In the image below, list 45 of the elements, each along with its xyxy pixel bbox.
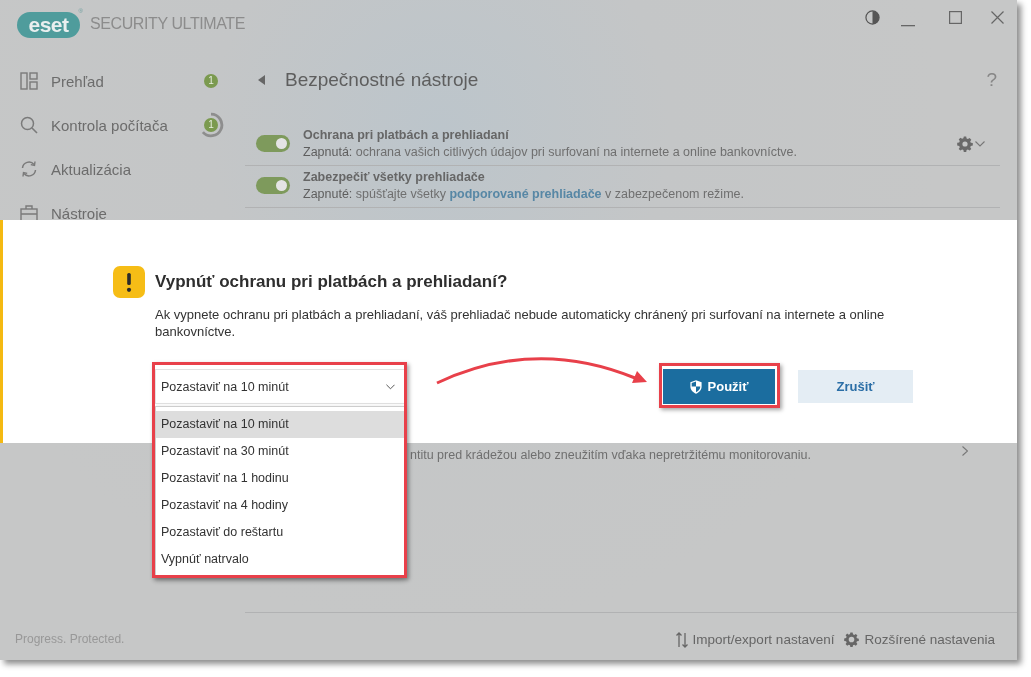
- feature-title: Ochrana pri platbách a prehliadaní: [303, 127, 510, 144]
- sidebar-item[interactable]: Aktualizácia: [0, 147, 245, 191]
- feature-description: Zapnutá: ochrana vašich citlivých údajov pri surfovaní na internete a online bankovníctve.: [303, 144, 799, 161]
- dropdown-option[interactable]: Pozastaviť na 1 hodinu: [156, 465, 404, 492]
- close-icon[interactable]: [991, 11, 1004, 24]
- feature-description: ntitu pred krádežou alebo zneužitím vďaka nepretržitému monitorovaniu.: [410, 446, 812, 464]
- search-icon: [20, 116, 38, 134]
- dropdown-option[interactable]: Pozastaviť na 10 minút: [156, 411, 404, 438]
- footer-link[interactable]: Rozšírené nastavenia: [844, 632, 995, 647]
- dialog-title: Vypnúť ochranu pri platbách a prehliadaní?: [155, 272, 508, 292]
- maximize-icon[interactable]: [949, 11, 962, 24]
- feature-description: Zapnuté: spúšťajte všetky podporované prehliadače v zabezpečenom režime.: [303, 186, 745, 203]
- back-icon[interactable]: [258, 75, 265, 85]
- product-name: SECURITY ULTIMATE: [90, 14, 245, 34]
- page-title: Bezpečnostné nástroje: [285, 69, 480, 91]
- warning-icon: [113, 266, 145, 298]
- apply-button[interactable]: Použiť: [663, 369, 775, 404]
- chevron-right-icon[interactable]: [962, 446, 968, 456]
- toolbox-icon: [20, 204, 38, 222]
- settings-icon[interactable]: [957, 135, 973, 152]
- sidebar-item[interactable]: Prehľad 1: [0, 59, 245, 103]
- gear-icon: [844, 632, 860, 647]
- caret-icon[interactable]: [975, 140, 985, 147]
- up-down-arrows-icon: [675, 631, 688, 648]
- dialog-message: Ak vypnete ochranu pri platbách a prehliadaní, váš prehliadač nebude automaticky chránený pri surfovaní na internete a online bankovníctve.: [155, 306, 886, 340]
- dropdown[interactable]: Pozastaviť na 10 minút: [155, 369, 405, 404]
- dropdown-option[interactable]: Pozastaviť do reštartu: [156, 519, 404, 546]
- contrast-icon[interactable]: [865, 10, 880, 25]
- feature-title: Zabezpečiť všetky prehliadače: [303, 169, 486, 186]
- minimize-icon[interactable]: [901, 25, 915, 27]
- dashboard-icon: [20, 72, 38, 90]
- cancel-button[interactable]: Zrušiť: [798, 370, 913, 403]
- notification-badge: 1: [204, 118, 218, 132]
- sidebar-item[interactable]: Kontrola počítača 1: [0, 103, 245, 147]
- refresh-icon: [20, 160, 38, 178]
- caret-icon: [386, 383, 395, 390]
- dropdown-option[interactable]: Pozastaviť na 4 hodiny: [156, 492, 404, 519]
- notification-badge: 1: [204, 74, 218, 88]
- dropdown-option[interactable]: Pozastaviť na 30 minút: [156, 438, 404, 465]
- toggle-switch[interactable]: [256, 177, 290, 194]
- sidebar-item[interactable]: Nástroje: [0, 191, 245, 235]
- footer-link[interactable]: Import/export nastavení: [675, 631, 835, 648]
- shield-icon: [689, 379, 702, 394]
- dropdown-option[interactable]: Vypnúť natrvalo: [156, 546, 404, 573]
- toggle-switch[interactable]: [256, 135, 290, 152]
